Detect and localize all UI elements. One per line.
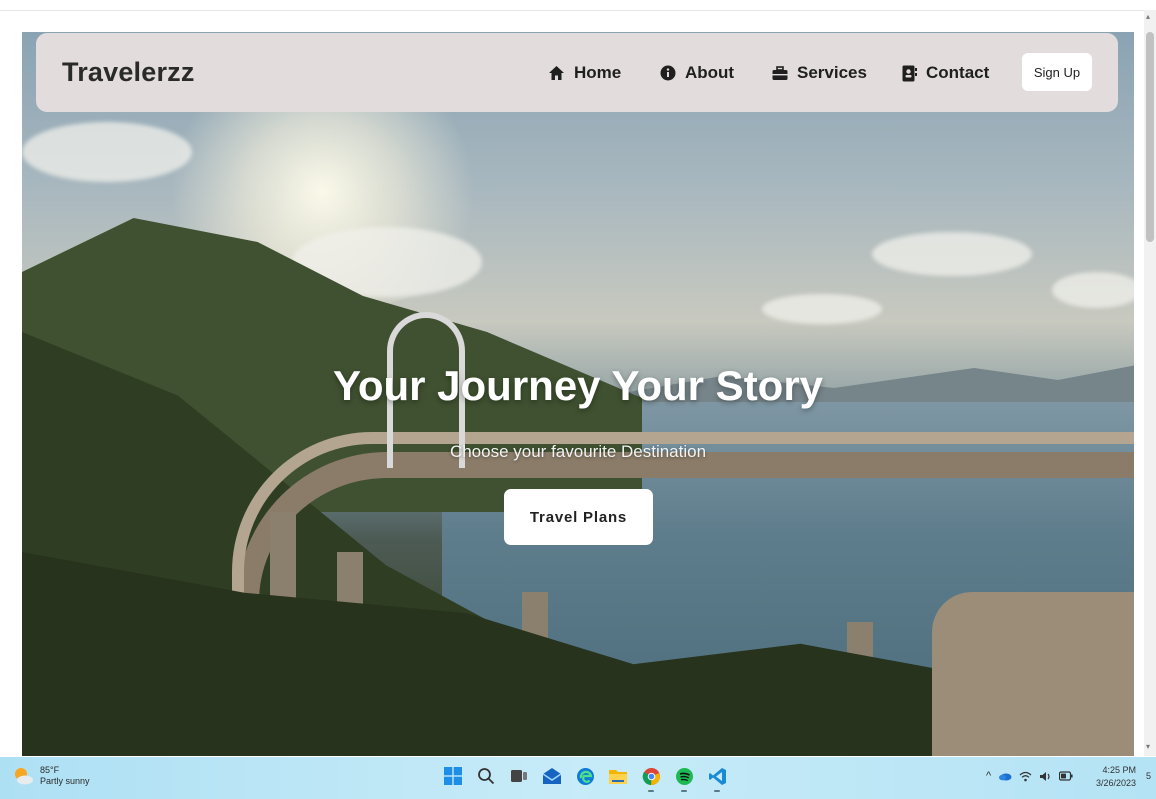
wifi-icon[interactable] [1019, 771, 1032, 782]
nav-link-label: Home [574, 63, 622, 82]
volume-icon[interactable] [1039, 771, 1052, 782]
task-view-icon[interactable] [508, 765, 530, 787]
mail-icon[interactable] [541, 765, 563, 787]
hero-headline: Your Journey Your Story [332, 362, 824, 409]
system-tray: ^ [986, 770, 1073, 782]
hero-cloud [22, 122, 192, 182]
scrollbar-thumb[interactable] [1146, 32, 1154, 242]
windows-taskbar: 85°F Partly sunny ^ 4:25 PM 3/26/2023 5 [0, 757, 1156, 799]
navbar: Travelerzz Home About Services Contact S… [36, 33, 1118, 112]
hero-cloud [872, 232, 1032, 276]
hero-subtitle: Choose your favourite Destination [449, 442, 707, 461]
tray-overflow-chevron-icon[interactable]: ^ [986, 770, 991, 782]
vscode-icon[interactable] [706, 765, 728, 792]
edge-icon[interactable] [574, 765, 596, 787]
windows-start-icon[interactable] [442, 765, 464, 787]
search-icon[interactable] [475, 765, 497, 787]
nav-link-services[interactable]: Services [772, 63, 867, 83]
nav-link-label: About [685, 63, 735, 82]
briefcase-icon [772, 65, 788, 80]
home-icon [549, 66, 564, 80]
weather-description: Partly sunny [40, 776, 90, 786]
sign-up-button[interactable]: Sign Up [1022, 53, 1092, 91]
travel-plans-button[interactable]: Travel Plans [504, 489, 653, 545]
spotify-icon[interactable] [673, 765, 695, 792]
nav-link-contact[interactable]: Contact [902, 63, 989, 83]
address-book-icon [902, 65, 917, 81]
info-icon [660, 65, 676, 81]
onedrive-icon[interactable] [998, 771, 1012, 781]
weather-temperature: 85°F [40, 765, 60, 775]
scroll-down-arrow-icon[interactable]: ▾ [1146, 742, 1150, 751]
nav-link-label: Contact [926, 63, 990, 82]
hero-cloud [1052, 272, 1134, 308]
file-explorer-icon[interactable] [607, 765, 629, 787]
nav-link-about[interactable]: About [660, 63, 734, 83]
nav-link-home[interactable]: Home [548, 63, 621, 83]
hero-bridge-wall [932, 592, 1134, 756]
taskbar-clock[interactable]: 4:25 PM 3/26/2023 [1086, 764, 1136, 790]
weather-widget[interactable]: 85°F Partly sunny [12, 765, 90, 787]
chrome-icon[interactable] [640, 765, 662, 792]
taskbar-apps [442, 765, 728, 792]
hero-cloud [762, 294, 882, 324]
browser-top-strip [0, 0, 1156, 11]
nav-link-label: Services [797, 63, 867, 82]
battery-icon[interactable] [1059, 771, 1073, 781]
brand-logo[interactable]: Travelerzz [62, 57, 195, 88]
notification-count-badge[interactable]: 5 [1146, 771, 1151, 781]
clock-time: 4:25 PM [1102, 765, 1136, 775]
clock-date: 3/26/2023 [1095, 778, 1136, 788]
partly-sunny-icon [15, 768, 33, 785]
page-scrollbar[interactable]: ▴ ▾ [1144, 10, 1156, 756]
scroll-up-arrow-icon[interactable]: ▴ [1146, 12, 1150, 21]
hero-bridge-pillar [270, 512, 296, 602]
